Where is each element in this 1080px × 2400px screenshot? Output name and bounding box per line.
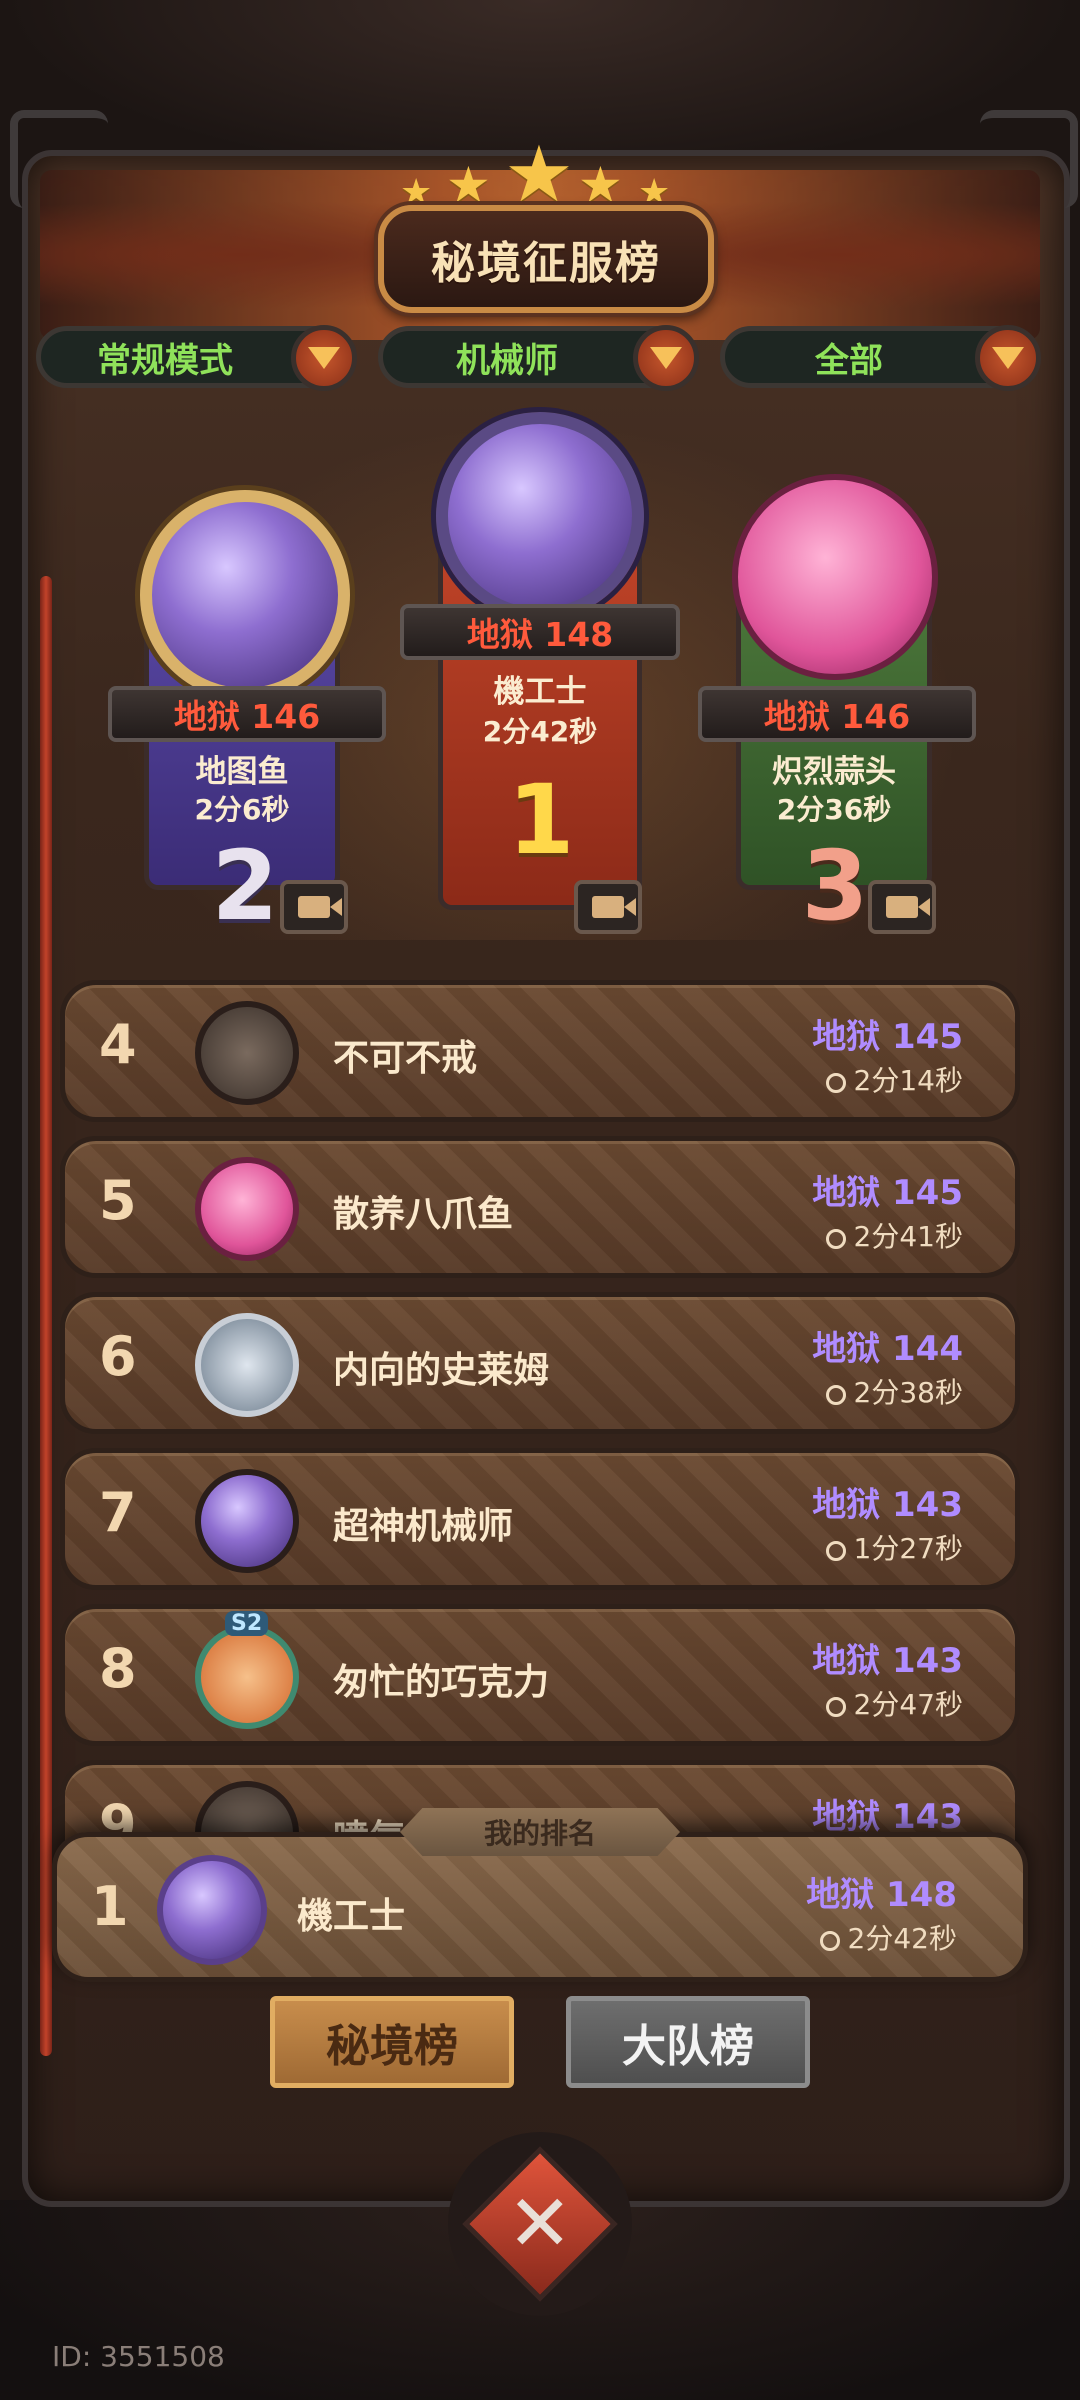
tab-team[interactable]: 大队榜 bbox=[566, 1996, 810, 2088]
clock-icon bbox=[825, 1229, 846, 1249]
row-player-name: 内向的史莱姆 bbox=[333, 1350, 550, 1391]
podium-score-plate: 地狱 146 bbox=[698, 686, 976, 742]
avatar bbox=[195, 1157, 299, 1261]
row-time: 2分47秒 bbox=[825, 1683, 963, 1723]
replay-video-button[interactable] bbox=[574, 880, 642, 934]
podium-rank-number: 2 bbox=[211, 830, 279, 942]
podium-score: 地狱 148 bbox=[466, 615, 614, 654]
row-score: 地狱 143 bbox=[812, 1797, 963, 1837]
podium-time: 2分42秒 bbox=[482, 715, 598, 748]
row-rank: 5 bbox=[99, 1169, 137, 1232]
clock-icon bbox=[825, 1697, 846, 1717]
video-camera-icon bbox=[886, 896, 930, 918]
clock-icon bbox=[825, 1073, 846, 1093]
podium-score-plate: 地狱 148 bbox=[400, 604, 680, 660]
row-score: 地狱 143 bbox=[812, 1485, 963, 1525]
replay-video-button[interactable] bbox=[868, 880, 936, 934]
tab-label: 秘境榜 bbox=[326, 2021, 458, 2072]
avatar bbox=[732, 474, 938, 680]
clock-icon bbox=[819, 1931, 840, 1951]
filter-class-dropdown[interactable]: 机械师 bbox=[378, 325, 699, 391]
list-item[interactable]: 8 S2 匆忙的巧克力 地狱 143 2分47秒 bbox=[60, 1604, 1020, 1746]
title-plate: 秘境征服榜 bbox=[378, 205, 714, 313]
avatar bbox=[157, 1855, 267, 1965]
row-time: 1分27秒 bbox=[825, 1527, 963, 1567]
avatar bbox=[195, 1001, 299, 1105]
left-rail-decoration bbox=[40, 576, 52, 2056]
clock-icon bbox=[825, 1385, 846, 1405]
avatar bbox=[195, 1625, 299, 1729]
avatar bbox=[195, 1469, 299, 1573]
filter-mode-label: 常规模式 bbox=[97, 340, 233, 381]
row-score: 地狱 144 bbox=[812, 1329, 963, 1369]
close-button[interactable]: ✕ bbox=[448, 2132, 632, 2316]
row-player-name: 匆忙的巧克力 bbox=[333, 1662, 550, 1703]
filter-scope-dropdown[interactable]: 全部 bbox=[720, 325, 1041, 391]
row-score: 地狱 145 bbox=[812, 1173, 963, 1213]
season-badge: S2 bbox=[225, 1611, 269, 1636]
tab-label: 大队榜 bbox=[622, 2021, 754, 2072]
list-item[interactable]: 5 散养八爪鱼 地狱 145 2分41秒 bbox=[60, 1136, 1020, 1278]
avatar bbox=[140, 490, 350, 700]
my-time: 2分42秒 bbox=[819, 1917, 957, 1957]
row-rank: 4 bbox=[99, 1013, 137, 1076]
video-camera-icon bbox=[298, 896, 342, 918]
avatar bbox=[195, 1313, 299, 1417]
row-score: 地狱 143 bbox=[812, 1641, 963, 1681]
row-player-name: 不可不戒 bbox=[333, 1038, 478, 1079]
podium-player-name: 機工士 bbox=[493, 674, 587, 710]
filter-bar: 常规模式 机械师 全部 bbox=[36, 325, 1046, 396]
row-rank: 6 bbox=[99, 1325, 137, 1388]
my-player-name: 機工士 bbox=[297, 1896, 406, 1937]
tab-secret-realm[interactable]: 秘境榜 bbox=[270, 1996, 514, 2088]
my-rank-number: 1 bbox=[91, 1875, 129, 1938]
podium-rank-number: 1 bbox=[507, 764, 575, 876]
filter-scope-label: 全部 bbox=[815, 340, 883, 381]
podium-rank-number: 3 bbox=[801, 830, 869, 942]
page-title: 秘境征服榜 bbox=[431, 238, 661, 289]
podium-player-name: 炽烈蒜头 bbox=[772, 754, 896, 790]
my-rank-tag: 我的排名 bbox=[400, 1808, 680, 1856]
podium-score: 地狱 146 bbox=[763, 697, 911, 736]
row-time: 2分41秒 bbox=[825, 1215, 963, 1255]
my-score: 地狱 148 bbox=[806, 1875, 957, 1915]
chevron-down-icon[interactable] bbox=[975, 325, 1041, 391]
clock-icon bbox=[825, 1541, 846, 1561]
chevron-down-icon[interactable] bbox=[291, 325, 357, 391]
row-score: 地狱 145 bbox=[812, 1017, 963, 1057]
row-rank: 8 bbox=[99, 1637, 137, 1700]
podium-score-plate: 地狱 146 bbox=[108, 686, 386, 742]
list-item[interactable]: 7 超神机械师 地狱 143 1分27秒 bbox=[60, 1448, 1020, 1590]
podium-score: 地狱 146 bbox=[173, 697, 321, 736]
filter-class-label: 机械师 bbox=[456, 340, 558, 381]
list-item[interactable]: 6 内向的史莱姆 地狱 144 2分38秒 bbox=[60, 1292, 1020, 1434]
replay-video-button[interactable] bbox=[280, 880, 348, 934]
my-rank-tag-label: 我的排名 bbox=[483, 1817, 596, 1850]
row-rank: 7 bbox=[99, 1481, 137, 1544]
row-player-name: 散养八爪鱼 bbox=[333, 1194, 514, 1235]
stars-decoration: ★ ★ ★ ★ ★ bbox=[400, 130, 680, 220]
filter-mode-dropdown[interactable]: 常规模式 bbox=[36, 325, 357, 391]
podium-time: 2分36秒 bbox=[776, 793, 892, 826]
user-id-label: ID: 3551508 bbox=[52, 2340, 225, 2373]
podium-time: 2分6秒 bbox=[194, 793, 290, 826]
row-time: 2分38秒 bbox=[825, 1371, 963, 1411]
row-time: 2分14秒 bbox=[825, 1059, 963, 1099]
row-player-name: 超神机械师 bbox=[333, 1506, 514, 1547]
close-icon: ✕ bbox=[462, 2146, 618, 2302]
video-camera-icon bbox=[592, 896, 636, 918]
podium-player-name: 地图鱼 bbox=[195, 754, 289, 790]
chevron-down-icon[interactable] bbox=[633, 325, 699, 391]
avatar bbox=[436, 412, 644, 620]
list-item[interactable]: 4 不可不戒 地狱 145 2分14秒 bbox=[60, 980, 1020, 1122]
